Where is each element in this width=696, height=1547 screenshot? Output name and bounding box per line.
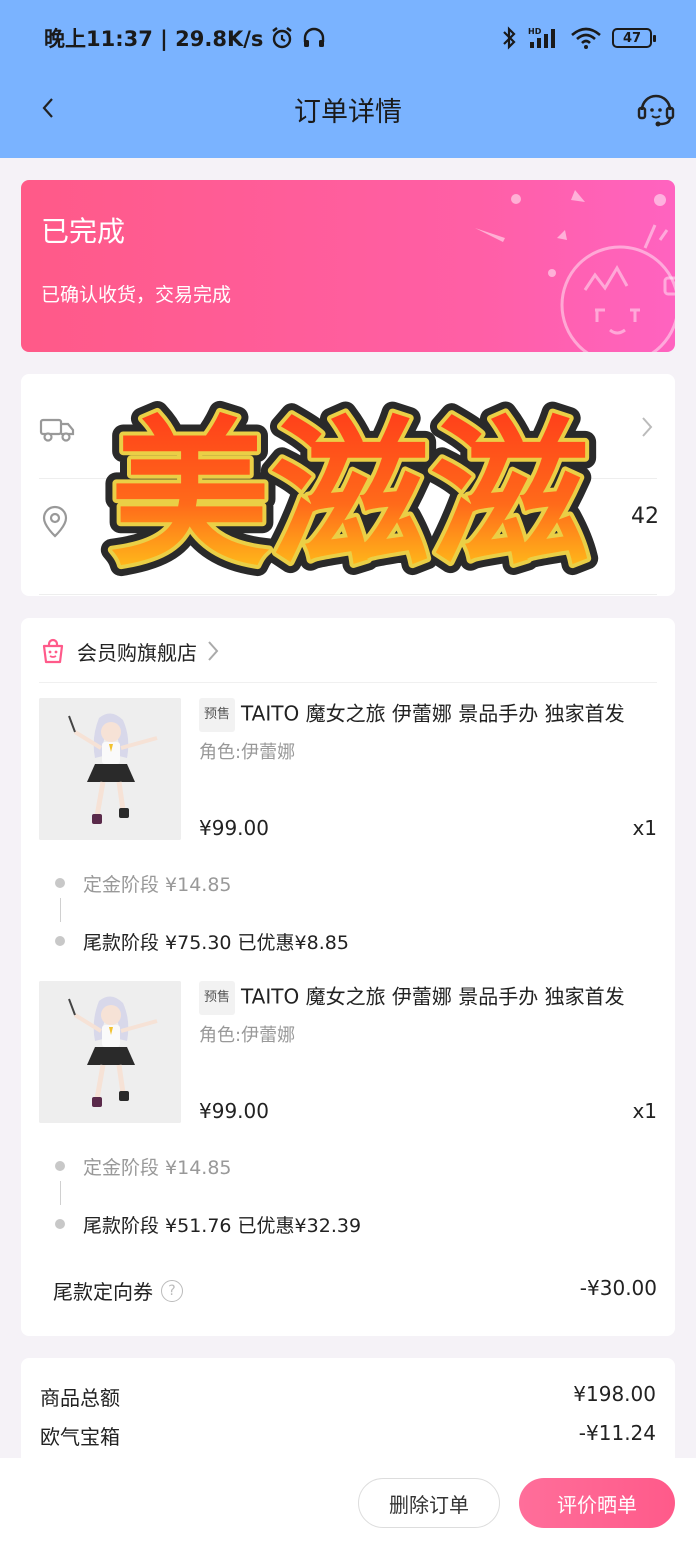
deposit-stage-text: 定金阶段 ¥14.85 <box>83 874 232 896</box>
product-title-text: TAITO 魔女之旅 伊蕾娜 景品手办 独家首发 <box>241 701 625 726</box>
sticker-fill: 美滋滋 <box>110 401 590 588</box>
goods-total-label: 商品总额 <box>40 1386 120 1410</box>
deposit-stage-text: 定金阶段 ¥14.85 <box>83 1157 232 1179</box>
stage-connector <box>60 898 61 922</box>
figure-image <box>39 698 181 840</box>
final-payment-stage-text: 尾款阶段 ¥75.30 已优惠¥8.85 <box>83 932 349 954</box>
lucky-box-value: -¥11.24 <box>578 1421 656 1445</box>
sticker-overlay: 美滋滋 美滋滋 美滋滋 <box>99 390 601 599</box>
back-button[interactable] <box>30 90 66 126</box>
price-summary-card: 商品总额 ¥198.00 欧气宝箱 -¥11.24 <box>21 1358 675 1468</box>
svg-text:HD: HD <box>528 27 542 36</box>
delete-order-button[interactable]: 删除订单 <box>358 1478 500 1528</box>
product-thumbnail[interactable] <box>39 698 181 840</box>
coupon-row: 尾款定向券 ? -¥30.00 <box>53 1276 657 1306</box>
chevron-left-icon <box>42 98 53 118</box>
product-variant: 角色:伊蕾娜 <box>199 1025 296 1046</box>
help-icon[interactable]: ? <box>161 1279 183 1302</box>
lucky-box-label: 欧气宝箱 <box>40 1425 120 1449</box>
stage-dot <box>55 1219 65 1229</box>
product-variant: 角色:伊蕾娜 <box>199 742 296 763</box>
bottom-action-bar: 删除订单 评价晒单 <box>0 1458 696 1547</box>
order-items-card: 会员购旗舰店 预售 TAITO 魔女之旅 伊蕾娜 景品手办 独家首发 角色:伊蕾… <box>21 618 675 1336</box>
bluetooth-icon <box>503 26 516 50</box>
order-status-card: 已完成 已确认收货，交易完成 <box>21 180 675 352</box>
product-title[interactable]: 预售 TAITO 魔女之旅 伊蕾娜 景品手办 独家首发 <box>199 698 657 732</box>
customer-service-icon <box>637 94 675 127</box>
top-header: 晚上11:37 | 29.8K/s HD 47 订单详情 <box>0 0 696 158</box>
wifi-icon <box>571 27 601 49</box>
page-title: 订单详情 <box>294 96 402 128</box>
stage-dot <box>55 1161 65 1171</box>
order-item[interactable]: 预售 TAITO 魔女之旅 伊蕾娜 景品手办 独家首发 角色:伊蕾娜 ¥99.00… <box>39 698 657 848</box>
product-thumbnail[interactable] <box>39 981 181 1123</box>
status-bar: 晚上11:37 | 29.8K/s HD 47 <box>0 0 696 76</box>
goods-total-row: 商品总额 ¥198.00 <box>40 1382 656 1412</box>
product-price: ¥99.00 <box>199 1099 269 1123</box>
product-info: 预售 TAITO 魔女之旅 伊蕾娜 景品手办 独家首发 角色:伊蕾娜 <box>199 698 657 764</box>
product-info: 预售 TAITO 魔女之旅 伊蕾娜 景品手办 独家首发 角色:伊蕾娜 <box>199 981 657 1047</box>
final-payment-stage-text: 尾款阶段 ¥51.76 已优惠¥32.39 <box>83 1215 362 1237</box>
product-title-text: TAITO 魔女之旅 伊蕾娜 景品手办 独家首发 <box>241 984 625 1009</box>
nav-bar: 订单详情 <box>0 76 696 142</box>
coupon-label-text: 尾款定向券 <box>53 1280 153 1304</box>
divider <box>39 682 657 683</box>
shop-bag-icon <box>42 638 64 664</box>
mascot-illustration <box>475 190 675 352</box>
battery-indicator: 47 <box>612 28 656 48</box>
customer-service-button[interactable] <box>634 86 678 130</box>
product-title[interactable]: 预售 TAITO 魔女之旅 伊蕾娜 景品手办 独家首发 <box>199 981 657 1015</box>
order-status-title: 已完成 <box>41 215 126 248</box>
deposit-stage: 定金阶段 ¥14.85 <box>55 1153 615 1179</box>
stage-connector <box>60 1181 61 1205</box>
status-time: 晚上11:37 | 29.8K/s <box>44 27 264 51</box>
headphones-icon <box>304 27 325 47</box>
stage-dot <box>55 878 65 888</box>
chevron-right-icon <box>208 641 219 661</box>
lucky-box-row: 欧气宝箱 -¥11.24 <box>40 1421 656 1451</box>
review-button[interactable]: 评价晒单 <box>519 1478 675 1528</box>
stage-dot <box>55 936 65 946</box>
presale-badge: 预售 <box>199 698 236 732</box>
coupon-value: -¥30.00 <box>579 1276 657 1300</box>
coupon-label: 尾款定向券 ? <box>53 1276 183 1305</box>
final-payment-stage: 尾款阶段 ¥51.76 已优惠¥32.39 <box>55 1211 615 1237</box>
figure-image <box>39 981 181 1123</box>
presale-badge: 预售 <box>199 981 236 1015</box>
product-quantity: x1 <box>632 1099 657 1123</box>
shop-link[interactable]: 会员购旗舰店 <box>39 636 219 666</box>
product-quantity: x1 <box>632 816 657 840</box>
signal-icon: HD <box>528 27 555 48</box>
goods-total-value: ¥198.00 <box>573 1382 656 1406</box>
order-status-subtitle: 已确认收货，交易完成 <box>41 284 232 306</box>
alarm-icon <box>272 27 293 49</box>
final-payment-stage: 尾款阶段 ¥75.30 已优惠¥8.85 <box>55 928 615 954</box>
deposit-stage: 定金阶段 ¥14.85 <box>55 870 615 896</box>
product-price: ¥99.00 <box>199 816 269 840</box>
order-item[interactable]: 预售 TAITO 魔女之旅 伊蕾娜 景品手办 独家首发 角色:伊蕾娜 ¥99.00… <box>39 981 657 1131</box>
shop-name: 会员购旗舰店 <box>77 640 197 665</box>
